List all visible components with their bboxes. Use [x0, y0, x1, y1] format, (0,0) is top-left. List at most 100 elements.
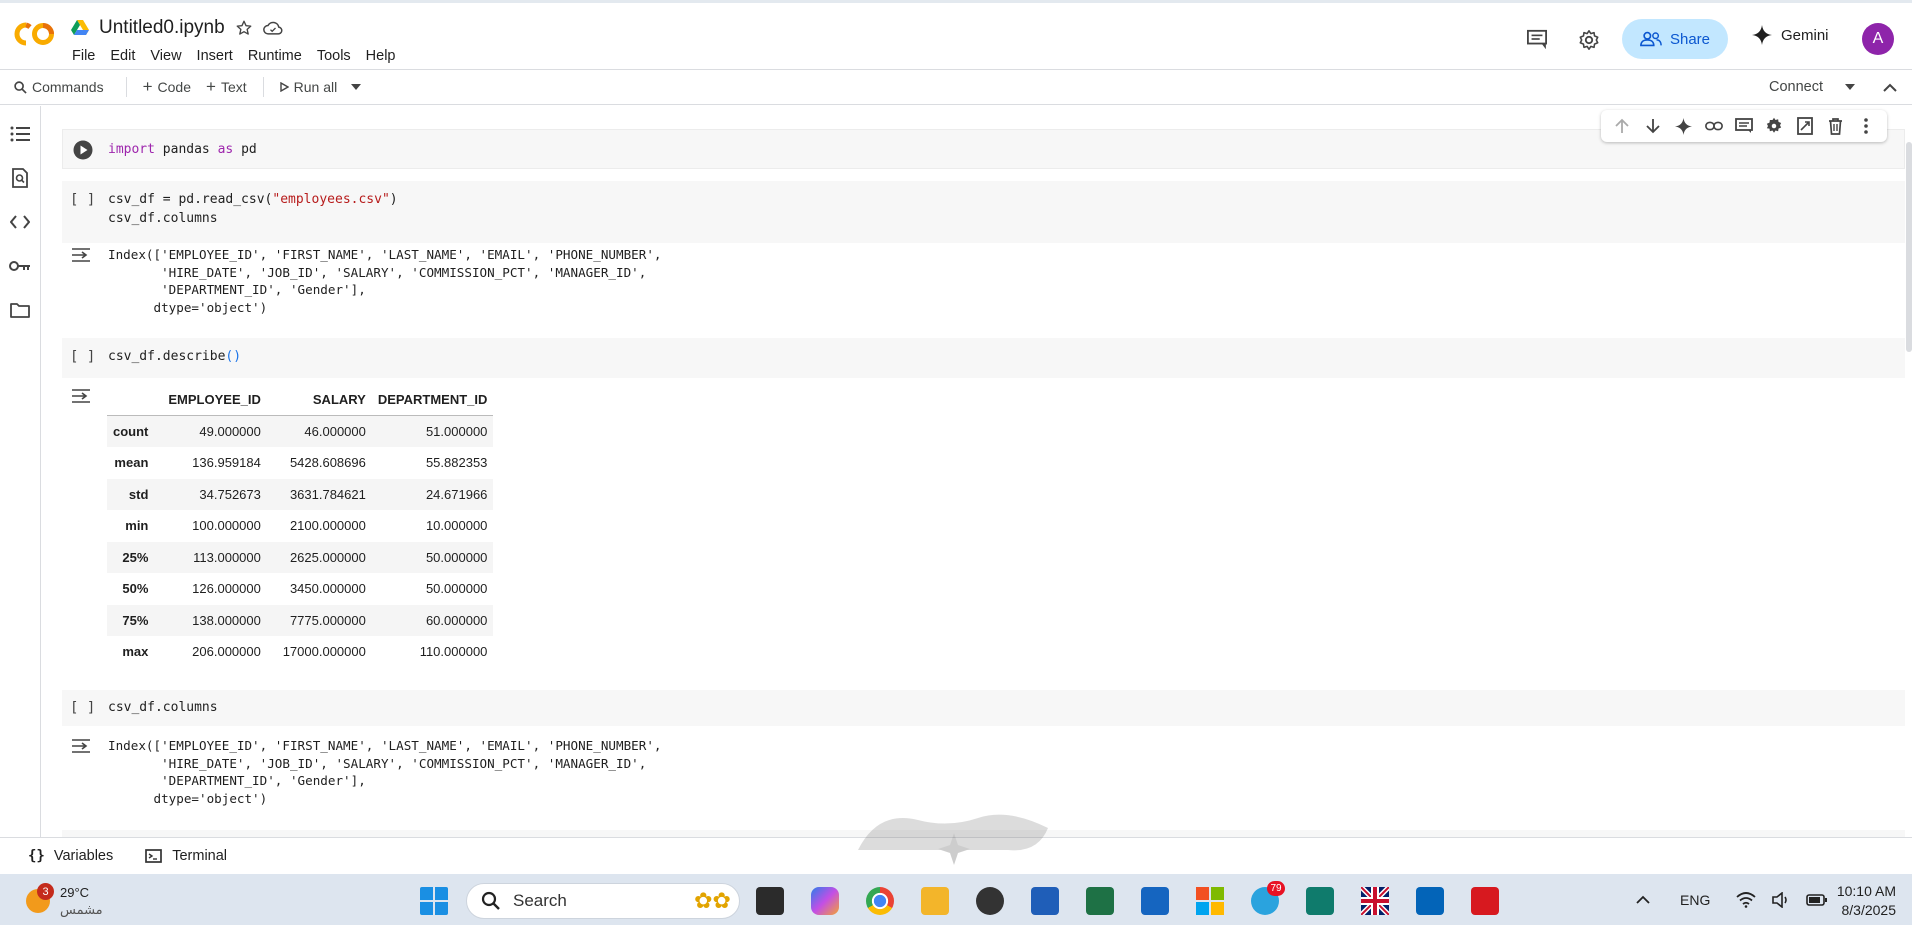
delete-trash-icon[interactable] — [1825, 116, 1845, 136]
mirror-cell-icon[interactable] — [1795, 116, 1815, 136]
code-snippets-icon[interactable] — [9, 211, 31, 233]
output-actions-icon[interactable] — [71, 738, 91, 754]
chevron-up-icon[interactable] — [1883, 83, 1897, 92]
plus-icon: + — [142, 77, 153, 96]
menu-insert[interactable]: Insert — [197, 48, 233, 64]
google-drive-icon[interactable] — [71, 20, 89, 36]
table-cell: 46.000000 — [304, 424, 366, 439]
commands-button[interactable]: Commands — [14, 79, 104, 95]
battery-icon[interactable] — [1806, 893, 1828, 907]
variables-label: Variables — [53, 848, 114, 864]
run-cell-button[interactable] — [73, 140, 93, 160]
add-text-button[interactable]: + Text — [206, 77, 247, 97]
table-cell: 55.882353 — [425, 455, 488, 471]
temperature-text: 29°C — [60, 885, 90, 900]
output-actions-icon[interactable] — [71, 247, 91, 263]
scrollbar-thumb[interactable] — [1906, 142, 1912, 352]
microsoft-365-icon[interactable] — [1196, 887, 1224, 915]
file-explorer-icon[interactable] — [921, 887, 949, 915]
caret-down-icon[interactable] — [1845, 84, 1856, 90]
volume-icon[interactable] — [1772, 891, 1790, 908]
secrets-key-icon[interactable] — [9, 255, 31, 277]
table-cell: 24.671966 — [425, 486, 488, 502]
run-options-dropdown[interactable] — [351, 84, 362, 90]
files-folder-icon[interactable] — [9, 299, 31, 321]
comments-icon[interactable] — [1525, 28, 1549, 50]
task-view-icon[interactable] — [756, 887, 784, 915]
curly-braces-icon: {} — [28, 848, 45, 864]
keyword-token: import — [108, 142, 155, 157]
menu-tools[interactable]: Tools — [317, 48, 351, 64]
outlook-icon[interactable] — [1416, 887, 1444, 915]
menu-runtime[interactable]: Runtime — [248, 48, 302, 64]
taskbar-clock[interactable]: 10:10 AM 8/3/2025 — [1837, 882, 1896, 920]
menu-view[interactable]: View — [150, 48, 181, 64]
weather-widget[interactable]: 3 29°C مشمس — [26, 883, 103, 918]
toolbar-divider — [125, 77, 127, 97]
table-header-row: EMPLOYEE_ID SALARY DEPARTMENT_ID — [107, 384, 494, 416]
code-line[interactable]: csv_df = pd.read_csv("employees.csv") — [108, 192, 398, 207]
share-button[interactable]: Share — [1622, 19, 1728, 59]
cloud-saved-icon[interactable] — [262, 20, 283, 36]
variables-button[interactable]: {} Variables — [28, 848, 113, 864]
acrobat-icon[interactable] — [1471, 887, 1499, 915]
execution-count: [ ] — [70, 349, 96, 365]
run-all-button[interactable]: Run all — [279, 79, 337, 95]
word-icon[interactable] — [1031, 887, 1059, 915]
cell-output-text: Index(['EMPLOYEE_ID', 'FIRST_NAME', 'LAS… — [108, 738, 662, 806]
play-icon — [279, 82, 289, 92]
cell-settings-gear-icon[interactable] — [1764, 116, 1784, 136]
code-token: ) — [389, 192, 398, 207]
move-cell-down-icon[interactable] — [1643, 116, 1663, 136]
colab-logo[interactable] — [14, 21, 56, 47]
output-actions-icon[interactable] — [71, 388, 91, 404]
code-cell[interactable] — [62, 338, 1905, 378]
terminal-button[interactable]: Terminal — [145, 848, 227, 864]
gemini-sparkle-icon[interactable] — [1673, 116, 1693, 136]
table-row: max 206.000000 17000.000000 110.000000 — [107, 636, 493, 668]
code-line[interactable]: csv_df.columns — [108, 211, 218, 226]
taskbar-search-box[interactable]: Search ✿✿ — [466, 883, 740, 919]
settings-gear-icon[interactable] — [1577, 28, 1601, 52]
code-cell[interactable] — [62, 181, 1905, 243]
clock-time: 10:10 AM — [1836, 883, 1896, 899]
menu-file[interactable]: File — [72, 48, 95, 64]
search-placeholder: Search — [513, 891, 567, 910]
code-cell[interactable] — [62, 690, 1905, 726]
add-code-button[interactable]: + Code — [143, 77, 191, 97]
language-flag-icon[interactable] — [1359, 885, 1391, 917]
copilot-icon[interactable] — [811, 887, 839, 915]
code-line[interactable]: import pandas as pd — [108, 142, 257, 157]
comment-icon[interactable] — [1734, 116, 1754, 136]
star-icon[interactable] — [235, 19, 253, 37]
describe-dataframe-table: EMPLOYEE_ID SALARY DEPARTMENT_ID count 49… — [107, 384, 494, 668]
excel-icon[interactable] — [1086, 887, 1114, 915]
forms-icon[interactable] — [1306, 887, 1334, 915]
store-icon[interactable] — [1141, 887, 1169, 915]
table-of-contents-icon[interactable] — [9, 123, 31, 145]
notebook-title[interactable]: Untitled0.ipynb — [99, 17, 225, 39]
connect-button[interactable]: Connect — [1769, 79, 1897, 95]
language-indicator[interactable]: ENG — [1680, 892, 1710, 908]
keyword-token: as — [217, 142, 234, 157]
more-vert-icon[interactable] — [1856, 116, 1876, 136]
media-player-icon[interactable] — [976, 887, 1004, 915]
find-replace-icon[interactable] — [9, 167, 31, 189]
row-label: 25% — [122, 549, 149, 565]
table-cell: 100.000000 — [192, 518, 261, 534]
menu-edit[interactable]: Edit — [110, 48, 135, 64]
execution-count: [ ] — [70, 192, 96, 208]
move-cell-up-icon[interactable] — [1612, 116, 1632, 136]
telegram-icon[interactable]: 79 — [1251, 881, 1285, 915]
account-avatar[interactable]: A — [1862, 23, 1894, 55]
menu-help[interactable]: Help — [366, 48, 396, 64]
chrome-icon[interactable] — [866, 887, 894, 915]
code-line[interactable]: csv_df.describe() — [108, 349, 241, 364]
sunflower-icon: ✿✿ — [694, 888, 731, 913]
link-icon[interactable] — [1704, 116, 1724, 136]
gemini-button[interactable]: Gemini — [1752, 25, 1829, 45]
wifi-icon[interactable] — [1736, 891, 1756, 908]
start-windows-icon[interactable] — [420, 887, 448, 915]
code-line[interactable]: csv_df.columns — [108, 700, 218, 715]
chevron-up-icon[interactable] — [1636, 895, 1650, 904]
